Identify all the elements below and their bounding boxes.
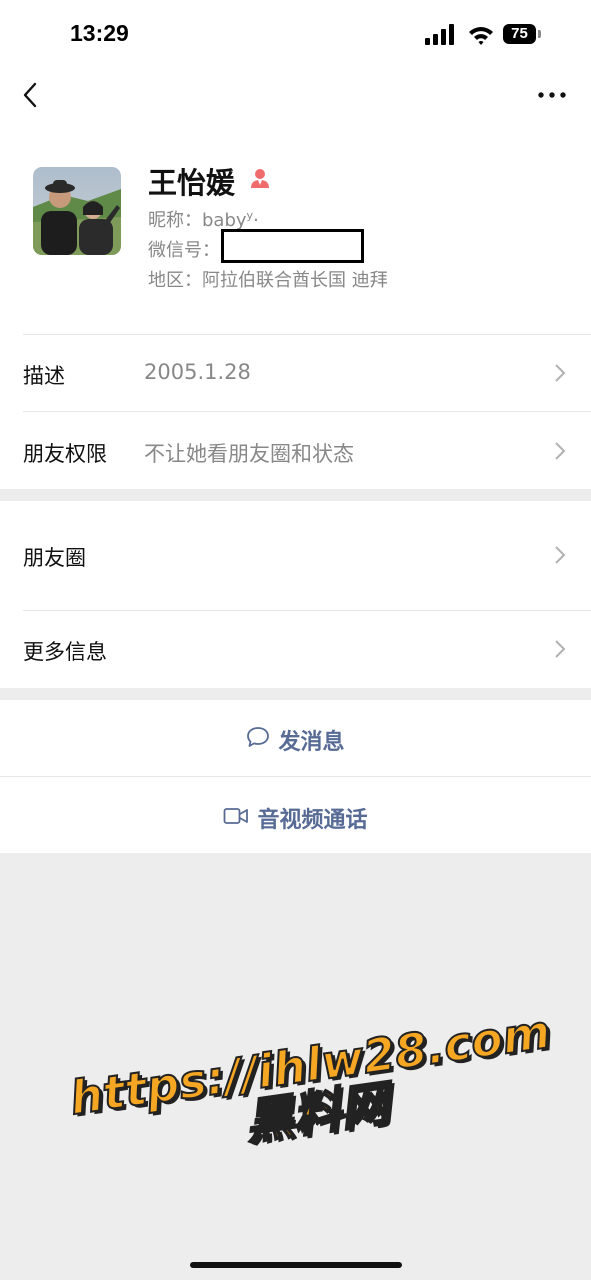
wechat-id-redacted-box bbox=[221, 229, 364, 263]
chevron-right-icon bbox=[555, 442, 566, 460]
home-indicator bbox=[190, 1262, 402, 1268]
description-value: 2005.1.28 bbox=[144, 360, 251, 384]
divider bbox=[23, 334, 591, 335]
divider bbox=[23, 411, 591, 412]
nickname-text: 昵称：baby bbox=[148, 210, 247, 231]
more-info-label: 更多信息 bbox=[23, 640, 107, 664]
contact-profile-screen: 13:29 75 王怡媛 昵称：babyy· 微信号： 地区：阿拉伯联合酋长国 … bbox=[0, 0, 591, 1280]
nickname-tail: · bbox=[253, 210, 259, 231]
more-options-icon[interactable] bbox=[536, 86, 568, 104]
send-message-button[interactable]: 发消息 bbox=[0, 724, 591, 756]
chevron-right-icon bbox=[555, 546, 566, 564]
divider bbox=[23, 610, 591, 611]
region: 地区：阿拉伯联合酋长国 迪拜 bbox=[148, 270, 388, 291]
friend-permissions-label: 朋友权限 bbox=[23, 442, 107, 466]
moments-label: 朋友圈 bbox=[23, 546, 86, 570]
chat-bubble-icon bbox=[246, 726, 270, 754]
contact-name: 王怡媛 bbox=[148, 166, 236, 200]
send-message-label: 发消息 bbox=[278, 730, 345, 755]
video-call-button[interactable]: 音视频通话 bbox=[0, 802, 591, 834]
female-icon bbox=[251, 169, 269, 188]
battery-icon: 75 bbox=[503, 24, 536, 44]
status-time: 13:29 bbox=[70, 20, 129, 46]
description-label: 描述 bbox=[23, 364, 65, 388]
video-call-label: 音视频通话 bbox=[257, 808, 368, 833]
chevron-right-icon bbox=[555, 364, 566, 382]
back-arrow-icon[interactable] bbox=[18, 80, 44, 110]
avatar[interactable] bbox=[33, 167, 121, 255]
wechat-id-label: 微信号： bbox=[148, 240, 220, 261]
signal-wifi-icons bbox=[425, 24, 493, 45]
friend-permissions-value: 不让她看朋友圈和状态 bbox=[144, 442, 354, 466]
chevron-right-icon bbox=[555, 640, 566, 658]
video-camera-icon bbox=[223, 806, 249, 831]
divider bbox=[0, 776, 591, 777]
watermark: https://ihlw28.com 黑料网 bbox=[49, 1003, 590, 1266]
battery-cap bbox=[538, 30, 541, 38]
cellular-signal-icon bbox=[425, 24, 454, 45]
wifi-icon bbox=[469, 27, 493, 45]
